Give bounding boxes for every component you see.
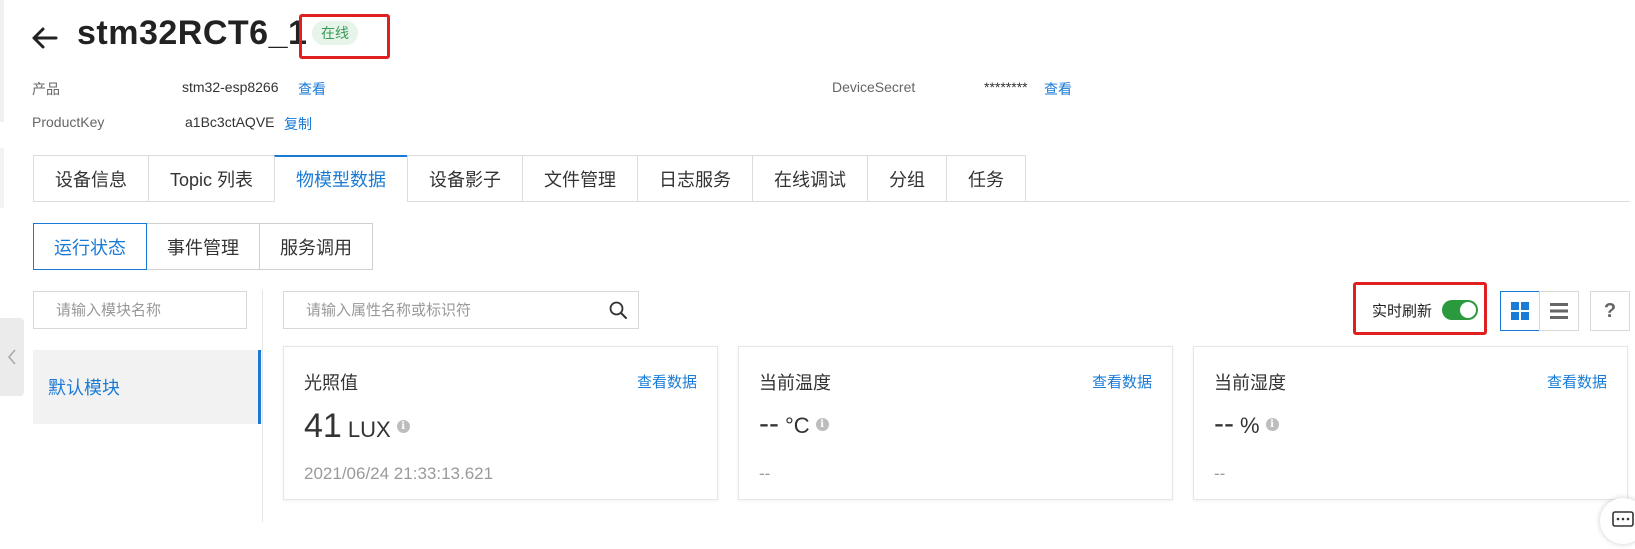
list-view-button[interactable] bbox=[1539, 291, 1579, 331]
info-icon[interactable]: i bbox=[1265, 417, 1279, 431]
tab-file-management[interactable]: 文件管理 bbox=[522, 155, 638, 202]
left-edge-strip bbox=[0, 0, 4, 122]
property-card: 当前湿度 查看数据 -- % i -- bbox=[1193, 346, 1628, 500]
card-value: -- bbox=[759, 407, 779, 440]
tab-task[interactable]: 任务 bbox=[946, 155, 1027, 202]
sub-tabs: 运行状态 事件管理 服务调用 bbox=[33, 223, 373, 270]
card-timestamp: -- bbox=[759, 464, 771, 483]
highlight-box bbox=[1353, 282, 1487, 335]
property-search-input[interactable] bbox=[304, 300, 608, 320]
view-data-link[interactable]: 查看数据 bbox=[1547, 371, 1607, 392]
view-data-link[interactable]: 查看数据 bbox=[1092, 371, 1152, 392]
property-search bbox=[283, 291, 639, 329]
chat-button[interactable] bbox=[1600, 498, 1635, 544]
product-label: 产品 bbox=[32, 81, 60, 97]
left-edge-strip bbox=[0, 148, 4, 208]
card-title: 当前湿度 bbox=[1214, 373, 1286, 393]
card-title: 当前温度 bbox=[759, 373, 831, 393]
module-search-input[interactable] bbox=[54, 300, 257, 320]
device-secret-label: DeviceSecret bbox=[832, 79, 916, 95]
card-timestamp: 2021/06/24 21:33:13.621 bbox=[304, 464, 494, 483]
tab-topic-list[interactable]: Topic 列表 bbox=[148, 155, 275, 202]
back-button[interactable] bbox=[28, 20, 62, 54]
tab-device-info[interactable]: 设备信息 bbox=[33, 155, 148, 202]
module-item-default[interactable]: 默认模块 bbox=[33, 350, 261, 424]
card-unit: % bbox=[1239, 413, 1260, 438]
subtab-service-call[interactable]: 服务调用 bbox=[260, 223, 373, 270]
highlight-box bbox=[299, 14, 390, 59]
grid-view-icon bbox=[1511, 302, 1529, 320]
sidebar-divider bbox=[262, 290, 263, 522]
product-value: stm32-esp8266 bbox=[182, 79, 279, 95]
productkey-copy-link[interactable]: 复制 bbox=[284, 114, 312, 134]
search-icon[interactable] bbox=[608, 300, 628, 320]
help-button[interactable]: ? bbox=[1590, 291, 1630, 331]
back-arrow-icon bbox=[32, 27, 58, 49]
info-icon[interactable]: i bbox=[815, 417, 829, 431]
main-tabs: 设备信息 Topic 列表 物模型数据 设备影子 文件管理 日志服务 在线调试 … bbox=[33, 155, 1027, 202]
tab-log-service[interactable]: 日志服务 bbox=[637, 155, 753, 202]
card-title: 光照值 bbox=[304, 373, 358, 393]
tab-thing-model-data[interactable]: 物模型数据 bbox=[274, 155, 408, 202]
subtab-event-management[interactable]: 事件管理 bbox=[147, 223, 260, 270]
card-value-row: -- % i bbox=[1214, 407, 1279, 441]
page-title: stm32RCT6_1 bbox=[77, 14, 308, 52]
tab-device-shadow[interactable]: 设备影子 bbox=[407, 155, 523, 202]
grid-view-button[interactable] bbox=[1500, 291, 1540, 331]
card-value-row: 41 LUX i bbox=[304, 407, 410, 446]
collapse-sidebar-button[interactable] bbox=[0, 318, 24, 396]
view-data-link[interactable]: 查看数据 bbox=[637, 371, 697, 392]
productkey-label: ProductKey bbox=[32, 114, 105, 130]
property-card: 光照值 查看数据 41 LUX i 2021/06/24 21:33:13.62… bbox=[283, 346, 718, 500]
device-secret-value: ******** bbox=[984, 79, 1028, 95]
tab-group[interactable]: 分组 bbox=[867, 155, 947, 202]
list-view-icon bbox=[1550, 303, 1568, 319]
tab-online-debug[interactable]: 在线调试 bbox=[752, 155, 868, 202]
chat-icon bbox=[1612, 511, 1634, 527]
info-icon[interactable]: i bbox=[396, 420, 410, 433]
device-secret-view-link[interactable]: 查看 bbox=[1044, 79, 1072, 99]
subtab-running-status[interactable]: 运行状态 bbox=[33, 223, 147, 270]
chevron-left-icon bbox=[7, 349, 16, 365]
card-value: -- bbox=[1214, 407, 1234, 440]
property-card: 当前温度 查看数据 -- °C i -- bbox=[738, 346, 1173, 500]
card-unit: LUX bbox=[347, 417, 391, 442]
module-search bbox=[33, 291, 257, 329]
card-timestamp: -- bbox=[1214, 464, 1226, 483]
product-view-link[interactable]: 查看 bbox=[298, 79, 326, 99]
help-icon: ? bbox=[1603, 299, 1617, 322]
card-unit: °C bbox=[784, 413, 810, 438]
productkey-value: a1Bc3ctAQVE bbox=[185, 114, 275, 130]
card-value: 41 bbox=[304, 407, 342, 445]
card-value-row: -- °C i bbox=[759, 407, 829, 441]
